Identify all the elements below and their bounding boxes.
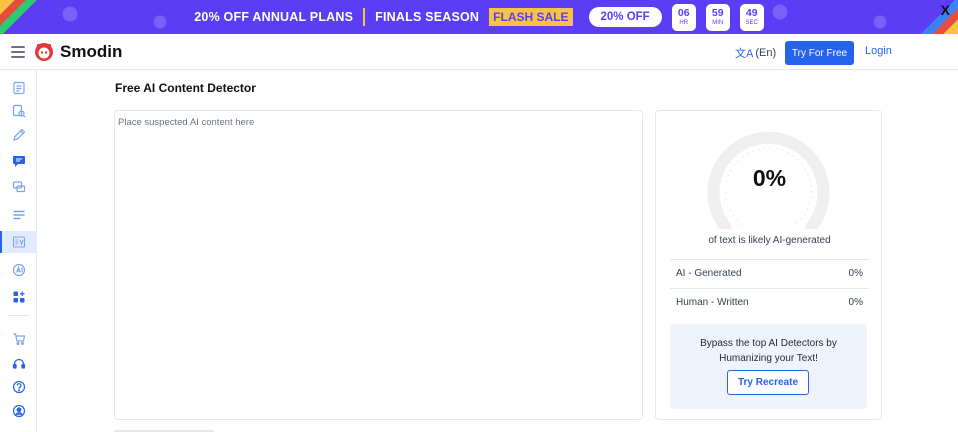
- top-header: Smodin 文A (En) Try For Free Login: [0, 34, 958, 70]
- discount-pill[interactable]: 20% OFF: [588, 7, 662, 27]
- sidebar-item-chat-bubbles[interactable]: [0, 176, 37, 198]
- ai-generated-row: AI - Generated 0%: [670, 259, 869, 287]
- document-search-icon: [12, 104, 26, 118]
- timer-hours: 06 HR: [671, 3, 696, 31]
- sidebar-item-ai-detector[interactable]: [0, 231, 37, 253]
- try-for-free-button[interactable]: Try For Free: [785, 41, 854, 65]
- smodin-logo-icon[interactable]: [34, 42, 54, 62]
- promo-banner[interactable]: 20% OFF ANNUAL PLANS FINALS SEASON FLASH…: [0, 0, 958, 34]
- chat-bubbles-icon: [12, 181, 25, 193]
- timer-minutes: 59 MIN: [705, 3, 730, 31]
- sidebar-item-ai-badge[interactable]: [0, 259, 37, 281]
- pencil-icon: [12, 128, 25, 141]
- timer-hours-value: 06: [677, 6, 690, 19]
- sidebar-item-document-check[interactable]: [0, 77, 37, 99]
- human-written-row: Human - Written 0%: [670, 288, 869, 316]
- sidebar-divider: [8, 315, 29, 316]
- sidebar-item-document-search[interactable]: [0, 100, 37, 122]
- translate-icon: 文A: [735, 48, 754, 60]
- try-recreate-button[interactable]: Try Recreate: [727, 370, 809, 395]
- ai-content-input[interactable]: [115, 111, 642, 419]
- menu-icon[interactable]: [11, 46, 25, 58]
- ai-detector-icon: [12, 236, 25, 248]
- humanize-promo-box: Bypass the top AI Detectors by Humanizin…: [670, 324, 867, 409]
- text-editor-container: [114, 110, 643, 420]
- ai-generated-value: 0%: [848, 268, 863, 279]
- login-link[interactable]: Login: [865, 45, 892, 57]
- timer-hours-unit: HR: [679, 19, 689, 26]
- sidebar-item-cart[interactable]: [0, 328, 37, 350]
- timer-minutes-unit: MIN: [712, 19, 724, 26]
- sidebar-item-support[interactable]: [0, 353, 37, 375]
- headset-icon: [12, 358, 25, 369]
- lines-icon: [13, 210, 24, 220]
- help-circle-icon: [12, 380, 25, 394]
- sidebar-item-chat[interactable]: [0, 150, 37, 172]
- document-check-icon: [12, 81, 25, 95]
- sidebar: [0, 70, 37, 432]
- language-selector[interactable]: 文A (En): [735, 45, 776, 61]
- user-circle-icon: [12, 404, 25, 418]
- ai-badge-icon: [12, 263, 25, 277]
- close-icon[interactable]: X: [941, 2, 950, 18]
- chat-icon: [12, 156, 25, 167]
- language-label: (En): [755, 47, 777, 59]
- timer-minutes-value: 59: [711, 6, 724, 19]
- timer-seconds: 49 SEC: [739, 3, 764, 31]
- promo-headline: 20% OFF ANNUAL PLANS: [194, 10, 354, 24]
- banner-decoration-right: [918, 0, 958, 34]
- sidebar-item-help[interactable]: [0, 376, 37, 398]
- human-written-label: Human - Written: [676, 297, 749, 308]
- promo-season: FINALS SEASON: [375, 10, 480, 24]
- sidebar-item-account[interactable]: [0, 400, 37, 422]
- flash-sale-badge: FLASH SALE: [489, 8, 573, 26]
- result-panel: 0% of text is likely AI-generated AI - G…: [655, 110, 882, 420]
- timer-seconds-unit: SEC: [745, 19, 758, 26]
- score-caption: of text is likely AI-generated: [708, 235, 831, 246]
- apps-grid-icon: [13, 291, 24, 303]
- sidebar-item-apps[interactable]: [0, 286, 37, 308]
- human-written-value: 0%: [848, 297, 863, 308]
- ai-generated-label: AI - Generated: [676, 268, 742, 279]
- timer-seconds-value: 49: [745, 6, 758, 19]
- promo-separator: [363, 8, 366, 26]
- brand-name[interactable]: Smodin: [60, 42, 122, 62]
- cart-icon: [13, 333, 25, 346]
- banner-decoration-left: [0, 0, 40, 34]
- sidebar-item-pencil[interactable]: [0, 124, 37, 146]
- ai-score-value: 0%: [752, 165, 787, 191]
- page-title: Free AI Content Detector: [115, 81, 256, 95]
- sidebar-item-lines[interactable]: [0, 204, 37, 226]
- humanize-promo-text: Bypass the top AI Detectors by Humanizin…: [700, 338, 837, 364]
